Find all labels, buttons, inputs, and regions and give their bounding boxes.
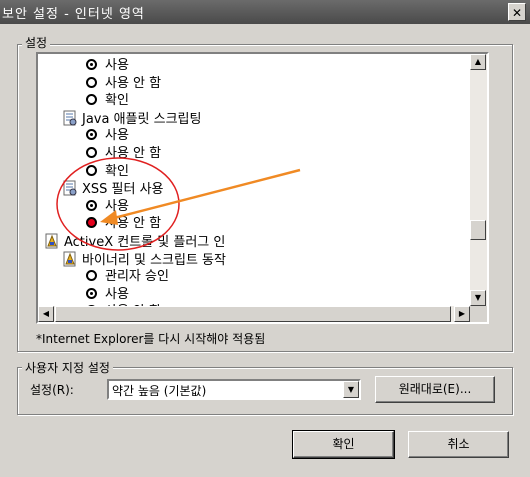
pointer-arrow-head	[100, 210, 118, 225]
pointer-arrow-line	[113, 168, 301, 220]
annotation-overlay	[56, 157, 301, 251]
highlight-circle	[56, 157, 180, 251]
